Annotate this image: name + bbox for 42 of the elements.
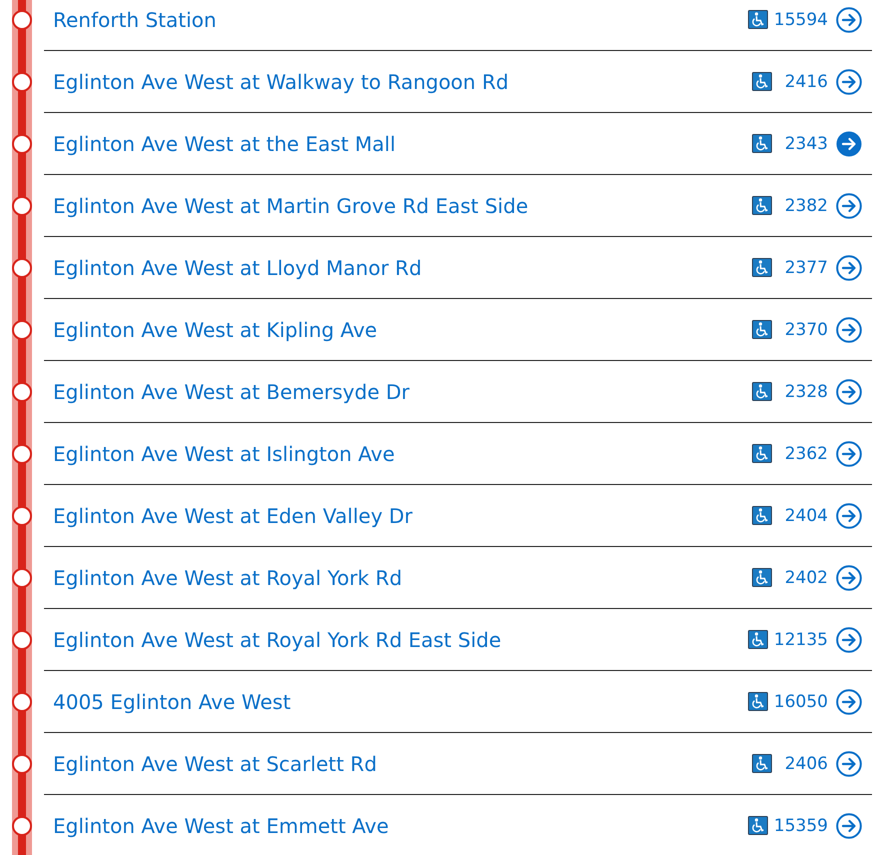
stop-link[interactable]: Renforth Station — [53, 8, 216, 32]
arrow-right-icon[interactable] — [836, 192, 862, 218]
arrow-right-icon[interactable] — [836, 502, 862, 528]
arrow-right-icon[interactable] — [836, 316, 862, 342]
stop-number: 16050 — [774, 692, 828, 712]
stop-number: 15594 — [774, 10, 828, 30]
stop-number: 2402 — [784, 568, 828, 588]
stop-link[interactable]: Eglinton Ave West at Royal York Rd — [53, 566, 402, 590]
stop-link[interactable]: Eglinton Ave West at Scarlett Rd — [53, 752, 377, 776]
stop-number: 2343 — [784, 134, 828, 154]
stop-link[interactable]: Eglinton Ave West at Walkway to Rangoon Rd — [53, 70, 509, 94]
arrow-right-icon[interactable] — [836, 626, 862, 652]
stop-link[interactable]: Eglinton Ave West at Kipling Ave — [53, 318, 378, 342]
stop-link[interactable]: Eglinton Ave West at Royal York Rd East Side — [53, 628, 502, 652]
stop-number: 12135 — [774, 630, 828, 650]
stop-link[interactable]: Eglinton Ave West at Emmett Ave — [53, 814, 389, 838]
arrow-right-icon[interactable] — [836, 812, 862, 838]
stop-link[interactable]: Eglinton Ave West at Lloyd Manor Rd — [53, 256, 422, 280]
stop-number: 2404 — [784, 506, 828, 526]
stop-number: 2328 — [784, 382, 828, 402]
arrow-right-icon[interactable] — [836, 378, 862, 404]
arrow-right-icon[interactable] — [836, 440, 862, 466]
stop-number: 2406 — [784, 754, 828, 774]
stop-number: 2377 — [784, 258, 828, 278]
stop-link[interactable]: Eglinton Ave West at Martin Grove Rd East Side — [53, 194, 528, 218]
arrow-right-icon[interactable] — [836, 68, 862, 94]
stop-link[interactable]: Eglinton Ave West at Islington Ave — [53, 442, 395, 466]
stop-link[interactable]: Eglinton Ave West at Eden Valley Dr — [53, 504, 413, 528]
stop-link[interactable]: Eglinton Ave West at the East Mall — [53, 132, 396, 156]
stop-number: 15359 — [774, 816, 828, 836]
arrow-right-icon[interactable] — [836, 130, 862, 156]
arrow-right-icon[interactable] — [836, 564, 862, 590]
stop-number: 2382 — [784, 196, 828, 216]
stop-number: 2370 — [784, 320, 828, 340]
stop-number: 2416 — [784, 72, 828, 92]
arrow-right-icon[interactable] — [836, 688, 862, 714]
arrow-right-icon[interactable] — [836, 6, 862, 32]
arrow-right-icon[interactable] — [836, 254, 862, 280]
stop-link[interactable]: Eglinton Ave West at Bemersyde Dr — [53, 380, 410, 404]
stop-number: 2362 — [784, 444, 828, 464]
arrow-right-icon[interactable] — [836, 750, 862, 776]
stop-link[interactable]: 4005 Eglinton Ave West — [53, 690, 291, 714]
